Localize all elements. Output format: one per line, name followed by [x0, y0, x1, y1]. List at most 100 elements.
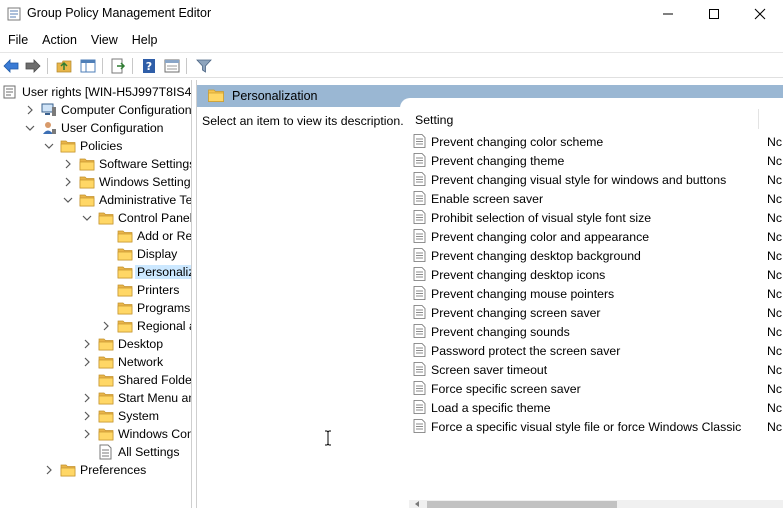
tree-item-programs[interactable]: Programs — [0, 299, 191, 317]
policy-row[interactable]: Prevent changing desktop icons Nc — [409, 265, 783, 284]
forward-button[interactable] — [23, 56, 43, 76]
properties-icon — [164, 59, 180, 73]
tree-root-user-rights[interactable]: User rights [WIN-H5J997T8IS4.C — [0, 83, 191, 101]
policy-row[interactable]: Prohibit selection of visual style font … — [409, 208, 783, 227]
title-bar[interactable]: Group Policy Management Editor — [0, 0, 783, 28]
show-hide-console-tree-button[interactable] — [78, 56, 98, 76]
tree-item-regional[interactable]: Regional and — [0, 317, 191, 335]
policy-row[interactable]: Prevent changing sounds Nc — [409, 322, 783, 341]
up-one-level-button[interactable] — [54, 56, 74, 76]
policy-row[interactable]: Prevent changing color and appearance Nc — [409, 227, 783, 246]
policy-state: Nc — [767, 325, 783, 339]
settings-column-header[interactable]: Setting — [409, 107, 783, 131]
group-policy-app-icon — [7, 7, 21, 21]
chevron-right-icon[interactable] — [44, 465, 54, 475]
policy-row[interactable]: Enable screen saver Nc — [409, 189, 783, 208]
details-header-title: Personalization — [232, 89, 318, 103]
tree-item-all-settings[interactable]: All Settings — [0, 443, 191, 461]
horizontal-scrollbar[interactable] — [409, 500, 783, 508]
tree-item-printers[interactable]: Printers — [0, 281, 191, 299]
tree-item-policies[interactable]: Policies — [0, 137, 191, 155]
text-cursor-icon — [325, 430, 331, 446]
tree-item-control-panel[interactable]: Control Panel — [0, 209, 191, 227]
scroll-left-icon[interactable] — [413, 500, 421, 508]
tree-item-windows-components[interactable]: Windows Compo — [0, 425, 191, 443]
menu-file[interactable]: File — [0, 30, 35, 50]
tree-item-label: Programs — [137, 301, 191, 315]
policy-row[interactable]: Prevent changing color scheme Nc — [409, 132, 783, 151]
tree-item-windows-settings[interactable]: Windows Settings — [0, 173, 191, 191]
policy-row[interactable]: Prevent changing visual style for window… — [409, 170, 783, 189]
policy-row[interactable]: Prevent changing theme Nc — [409, 151, 783, 170]
tree-item-label: Computer Configuration — [61, 103, 191, 117]
menu-view[interactable]: View — [84, 30, 125, 50]
chevron-right-icon[interactable] — [63, 159, 73, 169]
policy-row[interactable]: Load a specific theme Nc — [409, 398, 783, 417]
column-divider[interactable] — [758, 109, 759, 129]
policy-row[interactable]: Prevent changing screen saver Nc — [409, 303, 783, 322]
scrollbar-thumb[interactable] — [427, 501, 617, 508]
export-list-button[interactable] — [108, 56, 128, 76]
chevron-right-icon[interactable] — [82, 339, 92, 349]
tree-item-add-or-remove[interactable]: Add or Remo — [0, 227, 191, 245]
policy-row[interactable]: Force a specific visual style file or fo… — [409, 417, 783, 436]
tree-item-display[interactable]: Display — [0, 245, 191, 263]
chevron-down-icon[interactable] — [25, 123, 35, 133]
chevron-right-icon[interactable] — [82, 393, 92, 403]
filter-options-button[interactable] — [194, 56, 214, 76]
show-hide-tree-icon — [80, 59, 96, 73]
chevron-right-icon[interactable] — [82, 429, 92, 439]
tree-item-preferences[interactable]: Preferences — [0, 461, 191, 479]
back-button[interactable] — [1, 56, 21, 76]
policy-setting-icon — [413, 153, 426, 167]
policy-row[interactable]: Prevent changing mouse pointers Nc — [409, 284, 783, 303]
menu-help[interactable]: Help — [125, 30, 165, 50]
chevron-right-icon[interactable] — [25, 105, 35, 115]
help-button[interactable]: ? — [139, 56, 159, 76]
maximize-button[interactable] — [691, 0, 737, 28]
policy-row[interactable]: Force specific screen saver Nc — [409, 379, 783, 398]
close-button[interactable] — [737, 0, 783, 28]
policy-name: Force a specific visual style file or fo… — [431, 420, 742, 434]
policy-row[interactable]: Prevent changing desktop background Nc — [409, 246, 783, 265]
tree-item-shared-folders[interactable]: Shared Folders — [0, 371, 191, 389]
tree-item-personalization[interactable]: Personalizatic — [0, 263, 191, 281]
toolbar-separator — [186, 58, 187, 74]
tree-item-software-settings[interactable]: Software Settings — [0, 155, 191, 173]
chevron-down-icon[interactable] — [63, 195, 73, 205]
policy-name: Prevent changing theme — [431, 154, 565, 168]
chevron-right-icon[interactable] — [82, 357, 92, 367]
chevron-right-icon[interactable] — [63, 177, 73, 187]
folder-icon — [117, 302, 133, 315]
policy-state: Nc — [767, 230, 783, 244]
policy-row[interactable]: Password protect the screen saver Nc — [409, 341, 783, 360]
tree-item-desktop[interactable]: Desktop — [0, 335, 191, 353]
tree-item-system[interactable]: System — [0, 407, 191, 425]
column-setting-label[interactable]: Setting — [415, 113, 453, 127]
export-list-icon — [111, 58, 126, 74]
properties-button[interactable] — [162, 56, 182, 76]
tree-item-administrative-templates[interactable]: Administrative Temp — [0, 191, 191, 209]
tree-item-computer-configuration[interactable]: Computer Configuration — [0, 101, 191, 119]
policy-name: Prevent changing color and appearance — [431, 230, 650, 244]
chevron-down-icon[interactable] — [44, 141, 54, 151]
tree-item-user-configuration[interactable]: User Configuration — [0, 119, 191, 137]
settings-list: Setting Prevent changing color scheme Nc P… — [409, 107, 783, 508]
policy-state: Nc — [767, 306, 783, 320]
chevron-right-icon[interactable] — [101, 321, 111, 331]
menu-action[interactable]: Action — [35, 30, 84, 50]
tree-item-start-menu[interactable]: Start Menu and T — [0, 389, 191, 407]
policy-name: Screen saver timeout — [431, 363, 548, 377]
folder-icon — [60, 464, 76, 477]
chevron-right-icon[interactable] — [82, 411, 92, 421]
minimize-button[interactable] — [645, 0, 691, 28]
chevron-down-icon[interactable] — [82, 213, 92, 223]
policy-setting-icon — [413, 267, 426, 281]
policy-name: Prevent changing color scheme — [431, 135, 604, 149]
filter-icon — [196, 59, 212, 73]
folder-icon — [98, 428, 114, 441]
tree-item-network[interactable]: Network — [0, 353, 191, 371]
tree-item-label: System — [118, 409, 159, 423]
policy-row[interactable]: Screen saver timeout Nc — [409, 360, 783, 379]
folder-icon — [79, 194, 95, 207]
